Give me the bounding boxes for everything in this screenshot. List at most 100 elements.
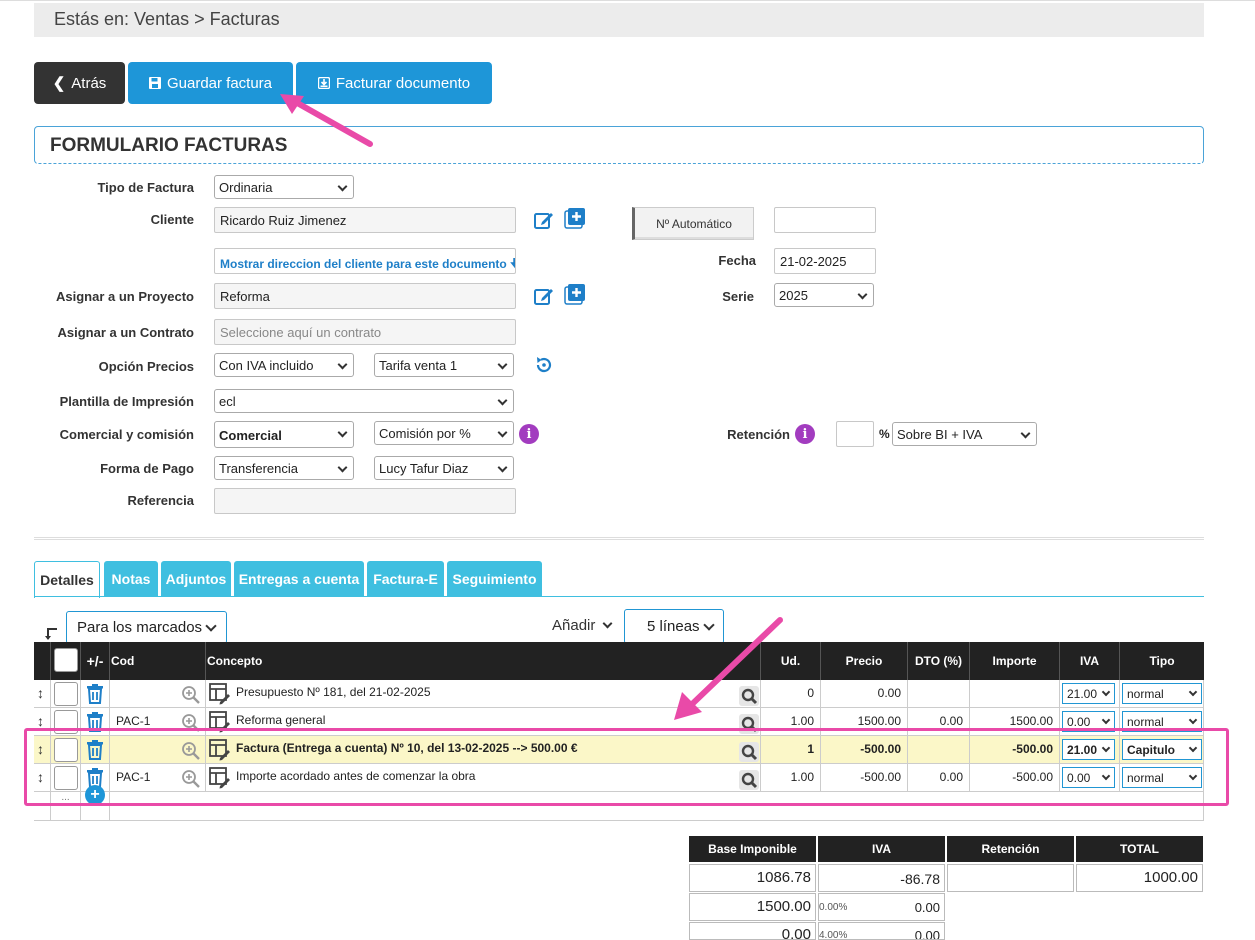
row-dto[interactable]: 0.00 [940, 714, 963, 728]
auto-number-toggle[interactable]: Nº Automático [632, 207, 754, 240]
row-checkbox[interactable] [54, 766, 78, 790]
row-vat-select[interactable]: 21.00 [1062, 683, 1115, 704]
zoom-in-icon[interactable] [181, 741, 201, 761]
row-ud[interactable]: 1 [807, 742, 814, 756]
row-vat-select[interactable]: 0.00 [1062, 711, 1115, 732]
row-type-select[interactable]: normal [1122, 683, 1202, 704]
show-address-toggle[interactable]: Mostrar direccion del cliente para este … [214, 248, 516, 274]
agent-select[interactable]: Lucy Tafur Diaz [374, 456, 514, 480]
row-concept[interactable]: Presupuesto Nº 181, del 21-02-2025 [236, 685, 431, 699]
row-concept[interactable]: Reforma general [236, 713, 325, 727]
cell-cod: PAC-1 [110, 708, 206, 736]
payment-method-select[interactable]: Transferencia [214, 456, 354, 480]
price-option-select[interactable]: Con IVA incluido [214, 353, 354, 377]
tab-detalles[interactable]: Detalles [34, 561, 100, 598]
zoom-in-icon[interactable] [181, 685, 201, 705]
row-precio[interactable]: -500.00 [860, 770, 901, 784]
cell-dto [908, 736, 970, 764]
search-icon[interactable] [739, 686, 759, 706]
row-checkbox[interactable] [54, 710, 78, 734]
trash-icon[interactable] [86, 740, 104, 760]
row-ud[interactable]: 0 [807, 686, 814, 700]
drag-handle-icon[interactable]: ↕ [37, 741, 44, 757]
breakdown-base-1: 1500.00 [689, 893, 816, 921]
cell-iva: 21.00 [1060, 680, 1120, 708]
lines-count-select[interactable]: 5 líneas [624, 609, 724, 644]
grid-footer-spacer [110, 792, 1204, 821]
row-importe[interactable]: -500.00 [1012, 742, 1053, 756]
search-icon[interactable] [739, 714, 759, 734]
edit-grid-icon[interactable] [209, 683, 231, 705]
search-icon[interactable] [739, 742, 759, 762]
drag-handle-icon[interactable]: ↕ [37, 713, 44, 729]
row-ud[interactable]: 1.00 [791, 714, 814, 728]
commission-select[interactable]: Comisión por % [374, 421, 514, 445]
row-type-select[interactable]: normal [1122, 711, 1202, 732]
tab-notas[interactable]: Notas [104, 561, 158, 597]
tab-seguimiento[interactable]: Seguimiento [447, 561, 542, 597]
client-field[interactable]: Ricardo Ruiz Jimenez [214, 207, 516, 233]
invoice-number-input[interactable] [774, 207, 876, 233]
trash-icon[interactable] [86, 684, 104, 704]
tab-adjuntos[interactable]: Adjuntos [161, 561, 231, 597]
row-checkbox[interactable] [54, 738, 78, 762]
save-invoice-button[interactable]: Guardar factura [128, 62, 293, 104]
row-vat-select[interactable]: 21.00 [1062, 739, 1115, 760]
row-vat-select[interactable]: 0.00 [1062, 767, 1115, 788]
cell-concepto: Importe acordado antes de comenzar la ob… [206, 764, 761, 792]
drag-handle-icon[interactable]: ↕ [37, 769, 44, 785]
add-lines-dropdown[interactable]: Añadir [552, 617, 615, 634]
row-precio[interactable]: 1500.00 [858, 714, 901, 728]
contract-field[interactable]: Seleccione aquí un contrato [214, 319, 516, 345]
row-precio[interactable]: 0.00 [878, 686, 901, 700]
select-all-checkbox[interactable] [54, 648, 78, 672]
retention-info-icon[interactable]: i [795, 424, 815, 444]
row-type-select[interactable]: normal [1122, 767, 1202, 788]
project-field[interactable]: Reforma [214, 283, 516, 309]
client-label: Cliente [150, 212, 194, 227]
row-type-select[interactable]: Capitulo [1122, 739, 1202, 760]
grid-header-plusminus[interactable]: +/- [81, 642, 110, 680]
zoom-in-icon[interactable] [181, 769, 201, 789]
edit-grid-icon[interactable] [209, 711, 231, 733]
row-checkbox[interactable] [54, 682, 78, 706]
bill-document-button[interactable]: Facturar documento [296, 62, 492, 104]
commission-info-icon[interactable]: i [519, 424, 539, 444]
row-dto[interactable]: 0.00 [940, 770, 963, 784]
edit-client-icon[interactable] [533, 209, 555, 231]
tab-entregas-a-cuenta[interactable]: Entregas a cuenta [234, 561, 364, 597]
add-client-icon[interactable] [564, 207, 586, 229]
drag-handle-icon[interactable]: ↕ [37, 685, 44, 701]
edit-grid-icon[interactable] [209, 739, 231, 761]
series-select[interactable]: 2025 [774, 283, 874, 307]
tariff-select[interactable]: Tarifa venta 1 [374, 353, 514, 377]
reference-input[interactable] [214, 488, 516, 514]
row-concept[interactable]: Factura (Entrega a cuenta) Nº 10, del 13… [236, 741, 578, 755]
tab-factura-e[interactable]: Factura-E [367, 561, 444, 597]
trash-icon[interactable] [86, 712, 104, 732]
bulk-action-select[interactable]: Para los marcados [66, 611, 227, 644]
row-ud[interactable]: 1.00 [791, 770, 814, 784]
row-concept[interactable]: Importe acordado antes de comenzar la ob… [236, 769, 475, 783]
retention-input[interactable] [836, 421, 874, 447]
edit-project-icon[interactable] [533, 285, 555, 307]
edit-grid-icon[interactable] [209, 767, 231, 789]
row-precio[interactable]: -500.00 [860, 742, 901, 756]
grid-footer-row: ... + [34, 785, 1204, 821]
invoice-type-select[interactable]: Ordinaria [214, 175, 354, 199]
row-code[interactable]: PAC-1 [116, 770, 150, 784]
date-input[interactable]: 21-02-2025 [774, 248, 876, 274]
add-project-icon[interactable] [564, 283, 586, 305]
reset-prices-icon[interactable] [533, 354, 555, 376]
add-line-icon[interactable]: + [85, 785, 105, 805]
row-code[interactable]: PAC-1 [116, 714, 150, 728]
print-template-select[interactable]: ecl [214, 389, 514, 413]
tab-underline [34, 596, 1204, 597]
row-importe[interactable]: -500.00 [1012, 770, 1053, 784]
retention-type-select[interactable]: Sobre BI + IVA [892, 422, 1037, 446]
search-icon[interactable] [739, 770, 759, 790]
row-importe[interactable]: 1500.00 [1010, 714, 1053, 728]
commercial-select[interactable]: Comercial [214, 421, 354, 448]
back-button[interactable]: ❮ Atrás [34, 62, 125, 104]
zoom-in-icon[interactable] [181, 713, 201, 733]
